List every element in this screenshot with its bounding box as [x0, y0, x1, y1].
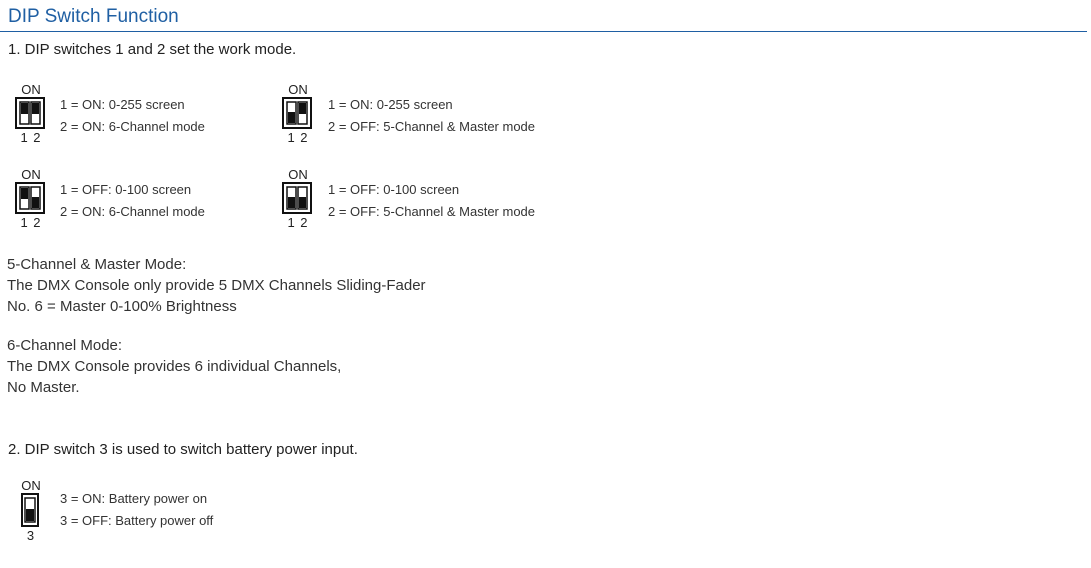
- five-channel-mode-description: 5-Channel & Master Mode: The DMX Console…: [7, 254, 426, 317]
- option-line: 1 = ON: 0-255 screen: [328, 97, 453, 112]
- option-line: 2 = ON: 6-Channel mode: [60, 119, 205, 134]
- dip-on-label: ON: [288, 167, 308, 182]
- option-2-text: 1 = ON: 0-255 screen 2 = OFF: 5-Channel …: [328, 94, 535, 138]
- dip-switch-numbers: 1 2: [20, 215, 42, 230]
- switch-knob: [288, 197, 295, 208]
- mode-title: 6-Channel Mode:: [7, 337, 123, 354]
- switch-knob: [32, 197, 39, 208]
- switch-knob: [288, 112, 295, 123]
- six-channel-mode-description: 6-Channel Mode: The DMX Console provides…: [7, 335, 341, 398]
- section1-heading: 1. DIP switches 1 and 2 set the work mod…: [8, 41, 297, 58]
- mode-line: No Master.: [7, 379, 80, 396]
- dip-switch-3-icon: [21, 493, 39, 527]
- dip-on-label: ON: [21, 167, 41, 182]
- option-line: 2 = OFF: 5-Channel & Master mode: [328, 204, 536, 219]
- dip-switch-numbers: 1 2: [20, 130, 42, 145]
- option-line: 1 = OFF: 0-100 screen: [328, 182, 460, 197]
- option-line: 3 = ON: Battery power on: [60, 491, 208, 506]
- dip-switch-icon: [15, 182, 45, 214]
- dip-switch-diagram-3: ON 1 2: [15, 168, 61, 238]
- option-line: 3 = OFF: Battery power off: [60, 513, 214, 528]
- page-title: DIP Switch Function: [8, 6, 179, 27]
- dip-switch-numbers: 1 2: [287, 215, 309, 230]
- switch-knob: [32, 103, 39, 114]
- dip-on-label: ON: [288, 82, 308, 97]
- dip-switch-diagram-2: ON 1 2: [282, 83, 328, 153]
- mode-line: The DMX Console provides 6 individual Ch…: [7, 358, 342, 375]
- option-line: 2 = ON: 6-Channel mode: [60, 204, 205, 219]
- mode-line: The DMX Console only provide 5 DMX Chann…: [7, 277, 426, 294]
- option-line: 2 = OFF: 5-Channel & Master mode: [328, 119, 536, 134]
- switch-knob: [299, 197, 306, 208]
- switch-knob: [21, 103, 28, 114]
- mode-line: No. 6 = Master 0-100% Brightness: [7, 298, 237, 315]
- dip-switch-number: 3: [26, 528, 36, 543]
- dip-switch-3-diagram: ON 3: [15, 479, 61, 549]
- option-line: 1 = OFF: 0-100 screen: [60, 182, 192, 197]
- dip-on-label: ON: [21, 82, 41, 97]
- option-1-text: 1 = ON: 0-255 screen 2 = ON: 6-Channel m…: [60, 94, 205, 138]
- dip-switch-diagram-4: ON 1 2: [282, 168, 328, 238]
- dip-switch-icon: [282, 97, 312, 129]
- dip-switch-icon: [15, 97, 45, 129]
- dip-switch-icon: [282, 182, 312, 214]
- option-3-text: 1 = OFF: 0-100 screen 2 = ON: 6-Channel …: [60, 179, 205, 223]
- option-line: 1 = ON: 0-255 screen: [60, 97, 185, 112]
- option-4-text: 1 = OFF: 0-100 screen 2 = OFF: 5-Channel…: [328, 179, 535, 223]
- switch-knob: [299, 103, 306, 114]
- dip-switch-numbers: 1 2: [287, 130, 309, 145]
- dip-on-label: ON: [21, 478, 41, 493]
- dip-switch-diagram-1: ON 1 2: [15, 83, 61, 153]
- switch-knob: [26, 509, 34, 521]
- title-divider: [0, 31, 1087, 32]
- battery-option-text: 3 = ON: Battery power on 3 = OFF: Batter…: [60, 488, 213, 532]
- section2-heading: 2. DIP switch 3 is used to switch batter…: [8, 441, 358, 458]
- mode-title: 5-Channel & Master Mode:: [7, 256, 187, 273]
- switch-knob: [21, 188, 28, 199]
